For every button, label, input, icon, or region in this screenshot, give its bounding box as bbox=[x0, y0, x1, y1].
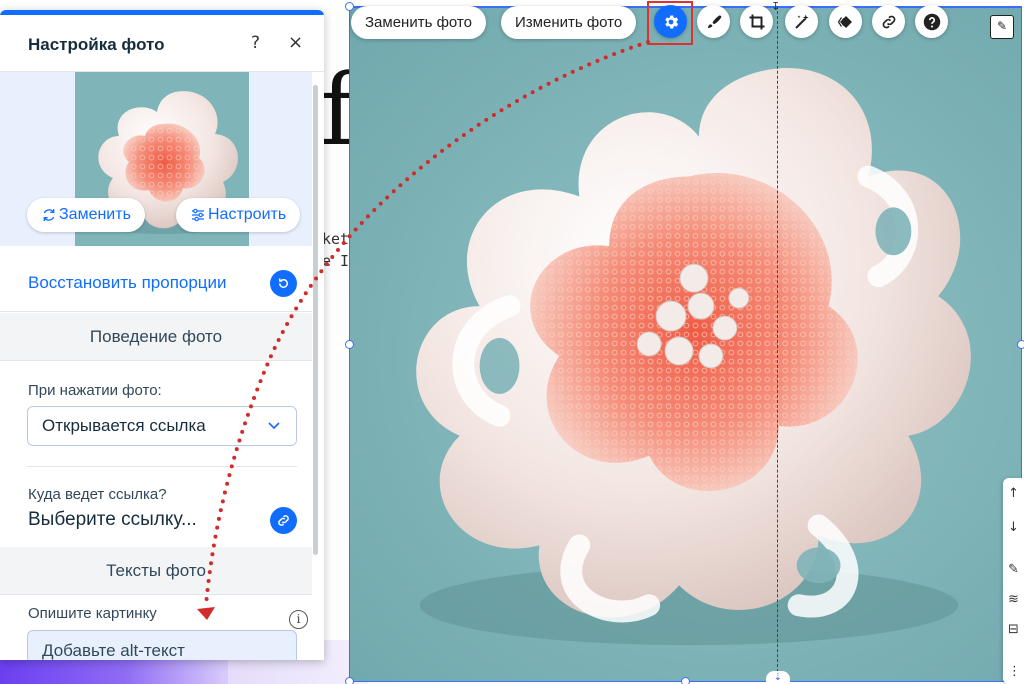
enhance-button[interactable] bbox=[785, 5, 818, 38]
animation-icon bbox=[837, 15, 852, 28]
help-button[interactable] bbox=[915, 5, 948, 38]
adjust-image-button[interactable]: Настроить bbox=[176, 198, 301, 232]
quick-actions-bar bbox=[1003, 478, 1024, 684]
alt-text-input[interactable]: Добавьте alt-текст bbox=[27, 630, 297, 660]
help-icon bbox=[923, 13, 940, 30]
anchor-down-icon: ↧ bbox=[771, 0, 781, 13]
resize-handle[interactable] bbox=[345, 2, 354, 11]
on-click-dropdown[interactable]: Открывается ссылка bbox=[27, 406, 297, 446]
link-icon bbox=[882, 15, 895, 28]
resize-handle[interactable] bbox=[1017, 340, 1024, 349]
arrow-down-icon[interactable]: ↓ bbox=[1008, 521, 1022, 535]
brush-icon bbox=[707, 14, 721, 28]
design-icon[interactable]: ✎ bbox=[1008, 563, 1022, 577]
canvas-code-line: ket bbox=[322, 230, 350, 248]
close-icon[interactable]: × bbox=[288, 32, 303, 53]
coral-sculpture-image bbox=[416, 68, 971, 646]
stretch-icon[interactable]: ⊟ bbox=[1008, 623, 1022, 637]
resize-handle[interactable] bbox=[345, 340, 354, 349]
resize-handle[interactable] bbox=[681, 677, 690, 684]
crop-icon bbox=[749, 14, 764, 29]
edit-photo-button[interactable]: Изменить фото bbox=[501, 6, 637, 39]
restore-proportions-button[interactable] bbox=[270, 270, 297, 297]
magic-wand-icon bbox=[794, 14, 809, 29]
restore-proportions-row[interactable]: Восстановить пропорции bbox=[0, 246, 312, 312]
panel-scrollbar[interactable] bbox=[313, 85, 318, 555]
link-icon bbox=[278, 515, 289, 526]
arrow-up-icon[interactable]: ↑ bbox=[1008, 487, 1022, 501]
layers-icon[interactable]: ≋ bbox=[1008, 593, 1022, 607]
texts-section-header: Тексты фото bbox=[0, 547, 312, 595]
replace-image-button[interactable]: Заменить bbox=[27, 198, 145, 232]
edit-mode-button[interactable]: ✎ bbox=[990, 15, 1014, 39]
pencil-icon: ✎ bbox=[996, 19, 1008, 33]
brush-button[interactable] bbox=[697, 5, 730, 38]
choose-link-button[interactable] bbox=[270, 507, 297, 534]
selected-photo[interactable] bbox=[349, 6, 1022, 682]
replace-photo-button[interactable]: Заменить фото bbox=[351, 6, 486, 39]
photo-settings-panel: Настройка фото ? × Заменить Настроить Во… bbox=[0, 10, 324, 660]
anchor-down-icon[interactable]: ⇣ bbox=[766, 671, 790, 684]
resize-handle[interactable] bbox=[345, 677, 354, 684]
chevron-down-icon bbox=[268, 422, 280, 430]
crop-button[interactable] bbox=[740, 5, 773, 38]
describe-image-label: Опишите картинку bbox=[28, 605, 157, 622]
panel-header[interactable]: Настройка фото ? × bbox=[0, 15, 324, 72]
link-button[interactable] bbox=[872, 5, 905, 38]
adjust-image-label: Настроить bbox=[208, 206, 287, 223]
settings-button[interactable] bbox=[654, 5, 687, 38]
gear-icon bbox=[664, 14, 678, 29]
panel-title: Настройка фото bbox=[28, 35, 165, 54]
canvas-code-line: e I bbox=[322, 252, 350, 270]
sliders-icon bbox=[192, 208, 204, 222]
help-icon[interactable]: ? bbox=[251, 33, 260, 53]
on-click-label: При нажатии фото: bbox=[28, 382, 162, 399]
link-target-label: Куда ведет ссылка? bbox=[28, 486, 167, 503]
restore-proportions-label: Восстановить пропорции bbox=[28, 273, 227, 292]
divider bbox=[27, 466, 297, 467]
behavior-section-header: Поведение фото bbox=[0, 313, 312, 361]
more-icon[interactable]: ⋮ bbox=[1008, 665, 1022, 679]
replace-image-label: Заменить bbox=[59, 206, 131, 223]
animation-button[interactable] bbox=[829, 5, 862, 38]
refresh-icon bbox=[43, 209, 55, 221]
undo-icon bbox=[279, 278, 288, 288]
info-icon[interactable]: i bbox=[289, 610, 308, 629]
alignment-guide bbox=[777, 6, 778, 682]
link-target-value[interactable]: Выберите ссылку... bbox=[28, 509, 197, 531]
